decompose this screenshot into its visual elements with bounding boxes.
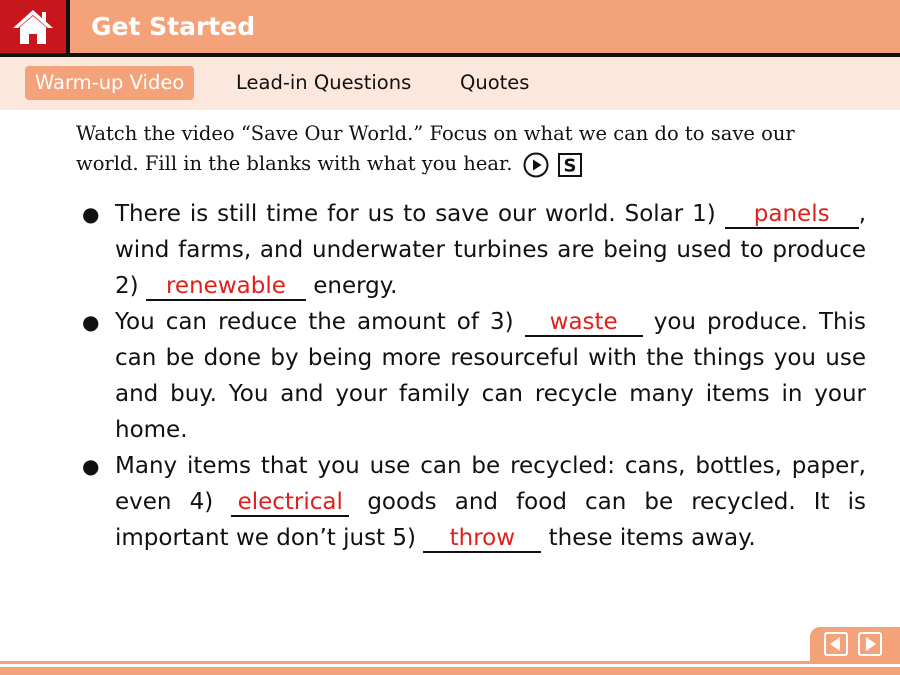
blank-4[interactable]: electrical: [231, 489, 350, 517]
footer-rule: [0, 661, 900, 664]
answer-4: electrical: [237, 489, 343, 515]
home-button[interactable]: [0, 0, 70, 53]
svg-text:S: S: [563, 155, 576, 176]
answer-5: throw: [449, 525, 516, 551]
blank-2[interactable]: renewable: [145, 273, 306, 301]
tab-bar: Warm-up Video Lead-in Questions Quotes: [0, 57, 900, 110]
tab-warm-up-video[interactable]: Warm-up Video: [25, 66, 195, 100]
list-item: There is still time for us to save our w…: [78, 196, 866, 304]
blank-1[interactable]: panels: [724, 201, 859, 229]
answer-3: waste: [549, 309, 618, 335]
bullet-3-text-3: these items away.: [541, 525, 756, 551]
answer-1: panels: [753, 201, 830, 227]
script-s-icon[interactable]: S: [557, 152, 583, 178]
slide-nav: [810, 627, 900, 661]
home-icon: [13, 9, 53, 44]
bullet-list: There is still time for us to save our w…: [78, 196, 866, 556]
header-bar: Get Started: [0, 0, 900, 57]
answer-2: renewable: [165, 273, 286, 299]
next-arrow-icon: [866, 637, 876, 651]
tab-lead-in-questions[interactable]: Lead-in Questions: [236, 66, 411, 100]
list-item: Many items that you use can be recycled:…: [78, 448, 866, 556]
page-title: Get Started: [91, 12, 256, 41]
instruction-line-2: world. Fill in the blanks with what you …: [76, 152, 513, 175]
instruction-line-1: Watch the video “Save Our World.” Focus …: [76, 122, 795, 145]
blank-5[interactable]: throw: [423, 525, 542, 553]
bullet-2-text-1: You can reduce the amount of 3): [115, 309, 525, 335]
prev-button[interactable]: [824, 632, 848, 656]
list-item: You can reduce the amount of 3) waste yo…: [78, 304, 866, 448]
bullet-1-text-3: energy.: [305, 273, 398, 299]
bullet-1-text-1: There is still time for us to save our w…: [115, 201, 725, 227]
play-circle-icon[interactable]: [523, 152, 549, 178]
tab-quotes[interactable]: Quotes: [460, 66, 529, 100]
prev-arrow-icon: [830, 637, 840, 651]
footer-bar: [0, 667, 900, 675]
next-button[interactable]: [858, 632, 882, 656]
blank-3[interactable]: waste: [524, 309, 643, 337]
instruction-text: Watch the video “Save Our World.” Focus …: [76, 119, 876, 179]
